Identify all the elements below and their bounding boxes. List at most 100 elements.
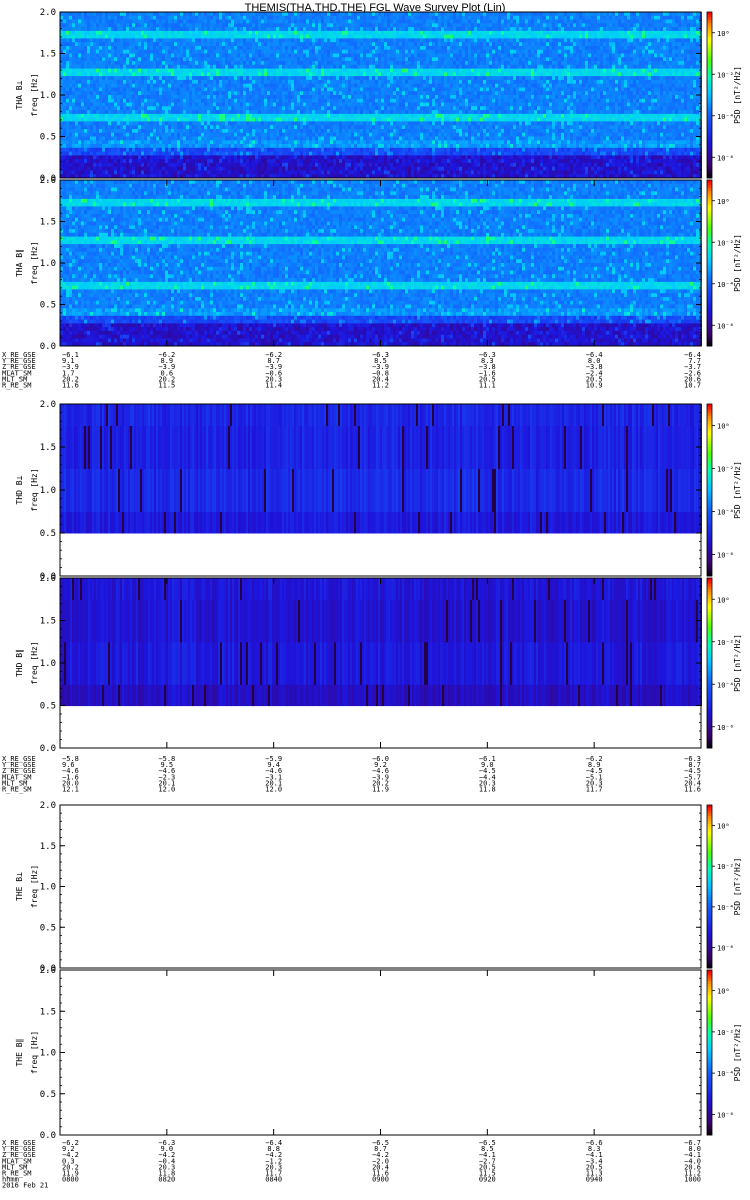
colorbar: 10⁰ 10⁻² 10⁻⁴ 10⁻⁶ PSD [nT²/Hz] <box>706 577 742 749</box>
colorbar-cell <box>707 213 712 217</box>
colorbar-cell <box>707 702 712 706</box>
colorbar-cell <box>707 25 712 29</box>
colorbar-cell <box>707 1093 712 1097</box>
colorbar-cell <box>707 301 712 305</box>
colorbar-cell <box>707 310 712 314</box>
colorbar-cell <box>707 83 712 88</box>
colorbar-cell <box>707 53 712 57</box>
y-tick-label: 1.0 <box>40 486 56 496</box>
colorbar-cell <box>707 921 712 925</box>
colorbar-cell <box>707 533 712 537</box>
colorbar-cell <box>707 166 712 171</box>
colorbar-label: PSD [nT²/Hz] <box>733 858 742 916</box>
colorbar-cell <box>707 1058 712 1062</box>
colorbar-cell <box>707 722 712 726</box>
colorbar-cell <box>707 851 712 855</box>
y-tick-label: 0.5 <box>40 702 56 712</box>
colorbar-cell <box>707 981 712 985</box>
colorbar-cell <box>707 1124 712 1128</box>
colorbar-cell <box>707 142 712 146</box>
colorbar: 10⁰ 10⁻² 10⁻⁴ 10⁻⁶ PSD [nT²/Hz] <box>706 969 742 1136</box>
colorbar-cell <box>707 1000 712 1004</box>
colorbar-cell <box>707 185 712 189</box>
y-axis-label: freq [Hz] <box>30 468 39 511</box>
colorbar-cell <box>707 983 712 987</box>
panel-tha-bperp: 0.00.51.01.52.0THA B⊥ freq [Hz]10⁰10⁻²10⁻… <box>15 8 742 184</box>
colorbar-cell <box>707 444 712 448</box>
colorbar-cell <box>707 507 712 511</box>
colorbar-cell <box>707 728 712 732</box>
colorbar-cell <box>707 1099 712 1103</box>
colorbar-cell <box>707 461 712 465</box>
colorbar-cell <box>707 878 712 882</box>
colorbar-cell <box>707 1049 712 1053</box>
colorbar-cell <box>707 188 712 192</box>
colorbar-cell <box>707 238 712 242</box>
colorbar-cell <box>707 986 712 990</box>
colorbar-cell <box>707 848 712 852</box>
y-axis-label: freq [Hz] <box>30 865 39 908</box>
colorbar-cell <box>707 864 712 868</box>
colorbar-cell <box>707 634 712 638</box>
colorbar-cell <box>707 913 712 917</box>
colorbar-cell <box>707 412 712 416</box>
colorbar-cell <box>707 1038 712 1042</box>
colorbar-cell <box>707 1033 712 1037</box>
colorbar-cell <box>707 287 712 292</box>
colorbar-cell <box>707 1126 712 1130</box>
colorbar-cell <box>707 1096 712 1100</box>
colorbar-cell <box>707 867 712 871</box>
colorbar-tick-label: 10⁻⁶ <box>717 945 734 953</box>
colorbar-cell <box>707 826 712 830</box>
colorbar-cell <box>707 45 712 49</box>
y-axis-label: THA B⊥ <box>15 80 24 109</box>
colorbar-cell <box>707 296 712 300</box>
colorbar-cell <box>707 597 712 601</box>
colorbar-cell <box>707 810 712 814</box>
colorbar-cell <box>707 1041 712 1045</box>
colorbar-cell <box>707 1060 712 1064</box>
colorbar-cell <box>707 924 712 928</box>
colorbar-cell <box>707 42 712 46</box>
colorbar-cell <box>707 541 712 545</box>
y-axis-label: freq [Hz] <box>30 241 39 284</box>
colorbar-cell <box>707 1113 712 1117</box>
colorbar-cell <box>707 1052 712 1056</box>
y-tick-label: 2.0 <box>40 8 56 18</box>
colorbar-cell <box>707 329 712 333</box>
colorbar-cell <box>707 1005 712 1009</box>
colorbar-tick-label: 10⁻² <box>717 1029 734 1037</box>
colorbar-cell <box>707 117 712 121</box>
colorbar-cell <box>707 612 712 616</box>
panel-thd-bpar: 0.0 0.5 1.0 1.5 2.0 THD B∥ freq [Hz] 10⁰ 10⁻² 10⁻… <box>15 574 742 754</box>
colorbar-cell <box>707 263 712 267</box>
colorbar-cell <box>707 932 712 936</box>
colorbar-cell <box>707 671 712 675</box>
colorbar-cell <box>707 1047 712 1051</box>
colorbar-cell <box>707 651 712 655</box>
colorbar-cell <box>707 70 712 74</box>
colorbar-cell <box>707 67 712 71</box>
y-tick-label: 1.5 <box>40 443 56 453</box>
wave-survey-plot: 0.0 0.5 1.0 1.5 2.0 THA B⊥ freq [Hz] 10⁰ 10⁻² 10⁻… <box>2 8 742 1190</box>
y-axis-label: THD B⊥ <box>15 475 24 504</box>
colorbar-cell <box>707 464 712 468</box>
colorbar-tick-label: 10⁰ <box>717 30 730 38</box>
colorbar-cell <box>707 629 712 633</box>
colorbar-cell <box>707 807 712 811</box>
colorbar-cell <box>707 133 712 137</box>
colorbar-tick-label: 10⁰ <box>717 423 730 431</box>
colorbar-cell <box>707 161 712 165</box>
y-axis-label: freq [Hz] <box>30 1031 39 1074</box>
colorbar-cell <box>707 312 712 316</box>
y-tick-label: 1.0 <box>40 883 56 893</box>
colorbar-cell <box>707 705 712 709</box>
colorbar-cell <box>707 688 712 692</box>
colorbar-cell <box>707 818 712 822</box>
colorbar-cell <box>707 970 712 974</box>
colorbar-tick-label: 10⁻⁴ <box>717 904 734 912</box>
ephemeris-label: R_RE_SM <box>2 382 32 390</box>
colorbar-cell <box>707 12 712 16</box>
colorbar-cell <box>707 36 712 41</box>
colorbar-cell <box>707 677 712 681</box>
